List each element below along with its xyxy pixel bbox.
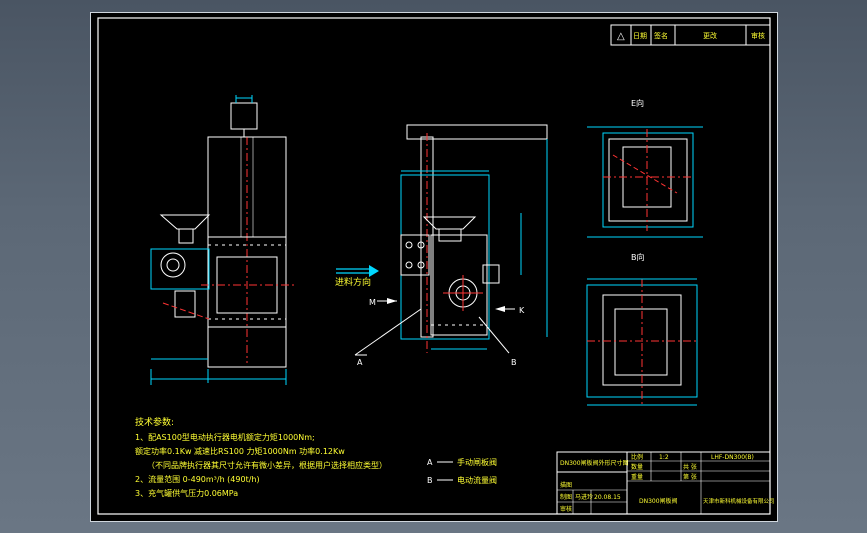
view-e-label: E向 bbox=[631, 98, 644, 108]
view-e: E向 bbox=[587, 98, 703, 238]
tech-params-heading: 技术参数: bbox=[135, 416, 174, 428]
scale-value: 1:2 bbox=[659, 454, 669, 461]
sheet-label: 共 张 bbox=[683, 463, 697, 471]
weight-label: 重量 bbox=[631, 473, 643, 481]
company-name: 天津市新科机械设备有限公司 bbox=[703, 497, 775, 505]
legend-a-key: A bbox=[427, 458, 433, 467]
drafter-name: 马进玲 bbox=[575, 493, 593, 501]
front-view bbox=[150, 95, 296, 385]
revision-content-label: 更改 bbox=[703, 31, 717, 40]
check-label: 描图 bbox=[560, 481, 572, 489]
drawn-label: 制图 bbox=[560, 493, 572, 501]
drawing-number: LHF-DN300(B) bbox=[711, 454, 754, 461]
view-b: B向 bbox=[586, 252, 698, 406]
title-block: DN300闸板阀外形尺寸图 比例 1:2 LHF-DN300(B) 数量 共 张… bbox=[556, 451, 775, 515]
cad-drawing: △ 日期 签名 更改 审核 进料方向 M K A B E向 B向 技术参数: 1… bbox=[97, 17, 775, 515]
quantity-label: 数量 bbox=[631, 463, 643, 471]
sheet-no-label: 第 张 bbox=[683, 473, 697, 481]
drawing-date: 20.08.15 bbox=[594, 494, 621, 501]
side-view: M K A B bbox=[354, 124, 548, 367]
tech-param-line-3: （不同品牌执行器其尺寸允许有微小差异，根据用户选择相应类型） bbox=[147, 460, 387, 470]
arrow-k-label: K bbox=[519, 306, 525, 315]
leader-b-label: B bbox=[511, 358, 517, 367]
revision-table: △ 日期 签名 更改 审核 bbox=[610, 24, 771, 46]
drawing-sheet: △ 日期 签名 更改 审核 进料方向 M K A B E向 B向 技术参数: 1… bbox=[90, 12, 778, 522]
scale-label: 比例 bbox=[631, 453, 643, 461]
tech-params: 技术参数: 1、配AS100型电动执行器电机额定力矩1000Nm; 额定功率0.… bbox=[135, 416, 387, 498]
tech-param-line-4: 2、流量范围 0-490m³/h (490t/h) bbox=[135, 474, 260, 484]
arrow-m-label: M bbox=[369, 298, 376, 307]
product-name: DN300闸板阀 bbox=[639, 497, 678, 505]
tech-param-line-5: 3、充气罐供气压力0.06MPa bbox=[135, 488, 238, 498]
feed-direction-annotation: 进料方向 bbox=[335, 265, 379, 288]
tech-param-line-1: 1、配AS100型电动执行器电机额定力矩1000Nm; bbox=[135, 432, 315, 442]
revision-signature-label: 签名 bbox=[654, 31, 668, 40]
legend-b-text: 电动流量阀 bbox=[457, 475, 497, 485]
leader-a-label: A bbox=[357, 358, 363, 367]
revision-symbol: △ bbox=[617, 31, 625, 42]
review-label: 审核 bbox=[560, 505, 572, 513]
drawing-title: DN300闸板阀外形尺寸图 bbox=[560, 459, 629, 467]
legend-a-text: 手动闸板阀 bbox=[457, 457, 497, 467]
revision-date-label: 日期 bbox=[633, 32, 647, 40]
revision-audit-label: 审核 bbox=[751, 31, 765, 40]
feed-direction-label: 进料方向 bbox=[335, 276, 371, 288]
view-b-label: B向 bbox=[631, 252, 645, 262]
legend: A 手动闸板阀 B 电动流量阀 bbox=[427, 457, 497, 485]
tech-param-line-2: 额定功率0.1Kw 减速比RS100 力矩1000Nm 功率0.12Kw bbox=[135, 446, 345, 456]
legend-b-key: B bbox=[427, 476, 433, 485]
